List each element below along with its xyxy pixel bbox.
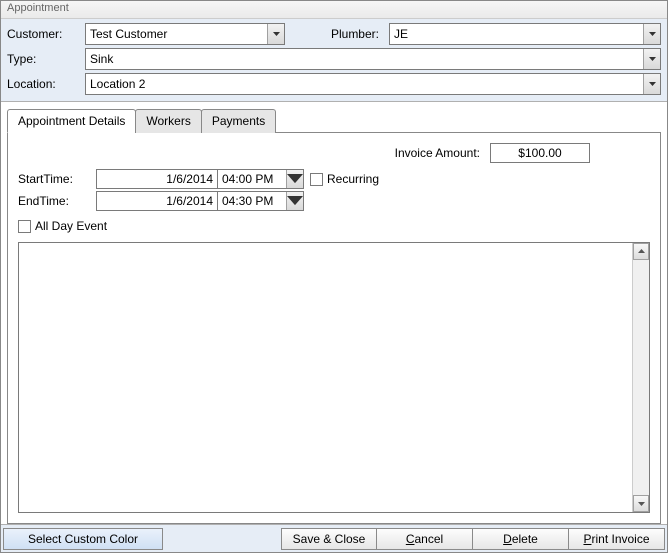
plumber-value: JE — [394, 27, 408, 41]
scroll-track[interactable] — [633, 260, 649, 496]
all-day-checkbox[interactable]: All Day Event — [18, 219, 107, 233]
start-time-label: StartTime: — [18, 172, 96, 186]
location-value: Location 2 — [90, 77, 145, 91]
customer-value: Test Customer — [90, 27, 167, 41]
invoice-amount-value[interactable]: $100.00 — [490, 143, 590, 163]
start-time-select[interactable]: 04:00 PM — [218, 169, 304, 189]
notes-textarea[interactable] — [18, 242, 650, 514]
save-close-button[interactable]: Save & Close — [281, 528, 377, 550]
tab-payments[interactable]: Payments — [201, 109, 276, 133]
cancel-button[interactable]: Cancel — [377, 528, 473, 550]
titlebar: Appointment — [1, 1, 667, 19]
scrollbar[interactable] — [632, 243, 649, 513]
start-date-input[interactable]: 1/6/2014 — [96, 169, 218, 189]
tabstrip: Appointment Details Workers Payments — [7, 108, 661, 132]
plumber-label: Plumber: — [317, 27, 389, 41]
location-label: Location: — [7, 77, 85, 91]
dropdown-arrow-icon[interactable] — [643, 49, 660, 69]
tab-workers[interactable]: Workers — [135, 109, 201, 133]
header-area: Customer: Test Customer Plumber: JE Type… — [1, 19, 667, 102]
window-title: Appointment — [7, 2, 69, 14]
delete-button[interactable]: Delete — [473, 528, 569, 550]
invoice-amount-label: Invoice Amount: — [395, 146, 480, 160]
location-combo[interactable]: Location 2 — [85, 73, 661, 95]
end-time-value: 04:30 PM — [222, 194, 273, 208]
customer-combo[interactable]: Test Customer — [85, 23, 285, 45]
checkbox-icon — [18, 220, 31, 233]
tabs-container: Appointment Details Workers Payments Inv… — [1, 102, 667, 524]
dropdown-arrow-icon[interactable] — [643, 74, 660, 94]
footer-toolbar: Select Custom Color Save & Close Cancel … — [1, 524, 667, 552]
type-label: Type: — [7, 52, 85, 66]
dropdown-arrow-icon[interactable] — [286, 192, 303, 210]
end-time-label: EndTime: — [18, 194, 96, 208]
recurring-label: Recurring — [327, 172, 379, 186]
tab-panel-details: Invoice Amount: $100.00 StartTime: 1/6/2… — [7, 132, 661, 524]
type-combo[interactable]: Sink — [85, 48, 661, 70]
customer-label: Customer: — [7, 27, 85, 41]
scroll-up-icon[interactable] — [633, 243, 649, 260]
appointment-window: Appointment Customer: Test Customer Plum… — [0, 0, 668, 553]
checkbox-icon — [310, 173, 323, 186]
action-buttons: Save & Close Cancel Delete Print Invoice — [281, 528, 665, 550]
select-custom-color-button[interactable]: Select Custom Color — [3, 528, 163, 550]
print-invoice-button[interactable]: Print Invoice — [569, 528, 665, 550]
plumber-combo[interactable]: JE — [389, 23, 661, 45]
tab-appointment-details[interactable]: Appointment Details — [7, 109, 136, 133]
scroll-down-icon[interactable] — [633, 495, 649, 512]
type-value: Sink — [90, 52, 113, 66]
recurring-checkbox[interactable]: Recurring — [310, 172, 379, 186]
all-day-label: All Day Event — [35, 219, 107, 233]
dropdown-arrow-icon[interactable] — [286, 170, 303, 188]
dropdown-arrow-icon[interactable] — [643, 24, 660, 44]
end-date-input[interactable]: 1/6/2014 — [96, 191, 218, 211]
end-time-select[interactable]: 04:30 PM — [218, 191, 304, 211]
start-time-value: 04:00 PM — [222, 172, 273, 186]
dropdown-arrow-icon[interactable] — [267, 24, 284, 44]
